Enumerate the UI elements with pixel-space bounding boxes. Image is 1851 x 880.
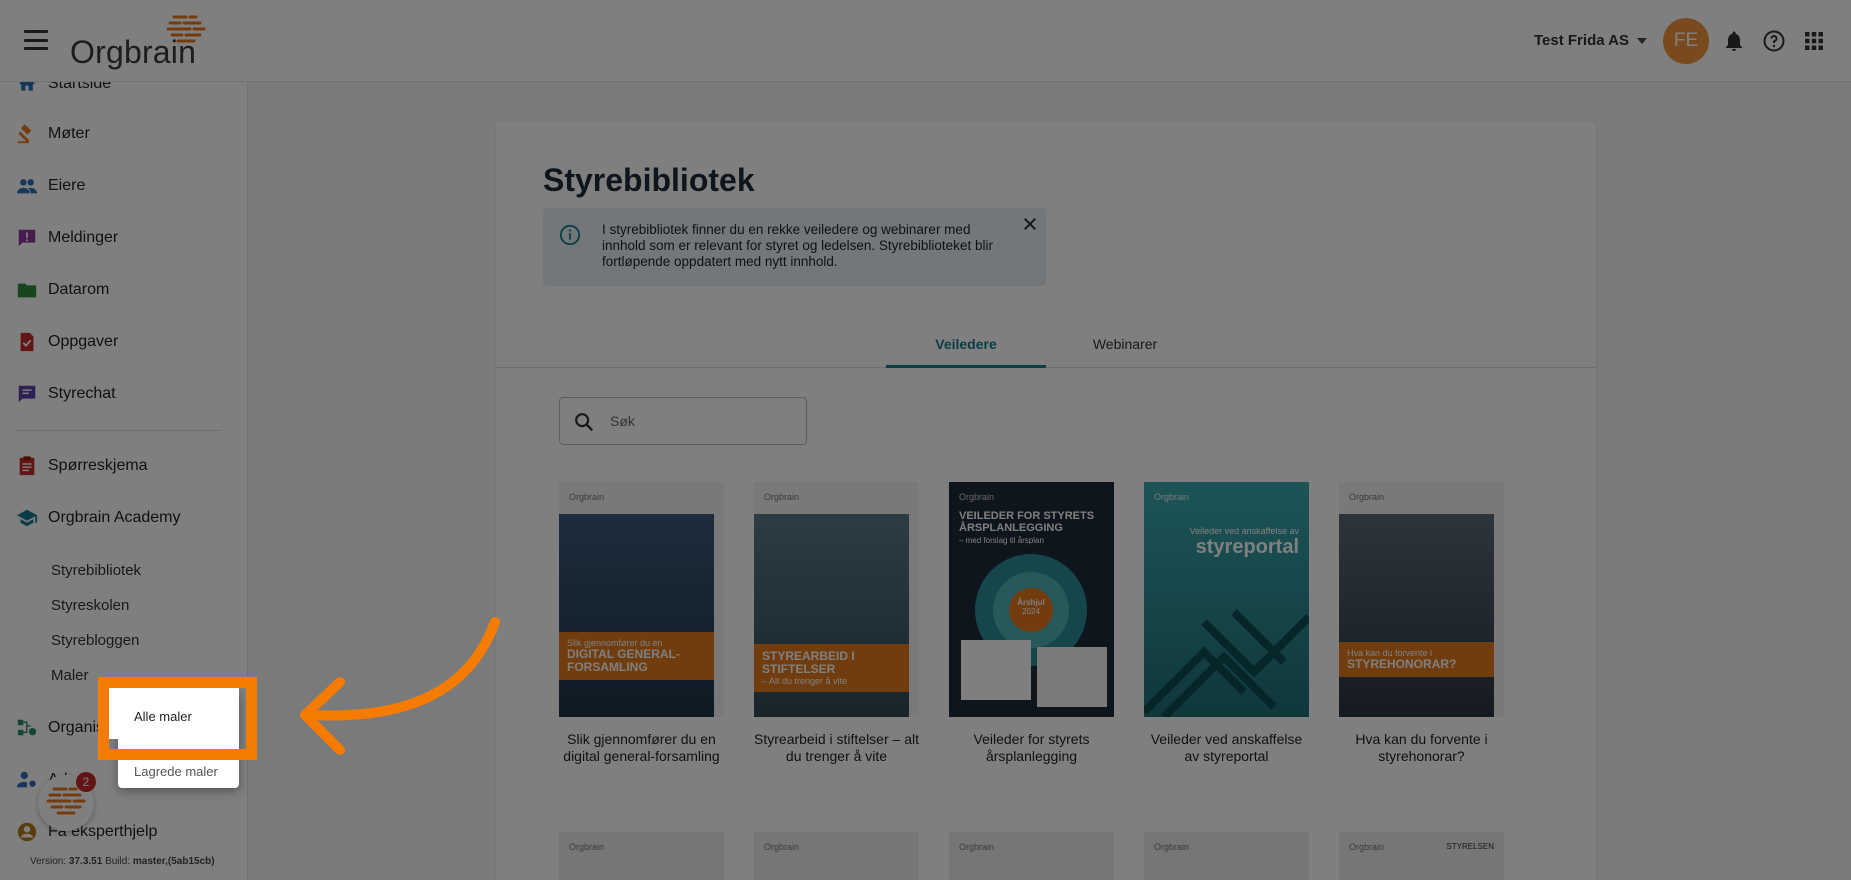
modal-backdrop[interactable] (0, 0, 1851, 880)
menu-item-lagrede-maler[interactable]: Lagrede maler (134, 764, 218, 779)
highlighted-menu-item-alle-maler[interactable]: Alle maler (134, 709, 192, 724)
tutorial-arrow-icon (300, 617, 500, 755)
